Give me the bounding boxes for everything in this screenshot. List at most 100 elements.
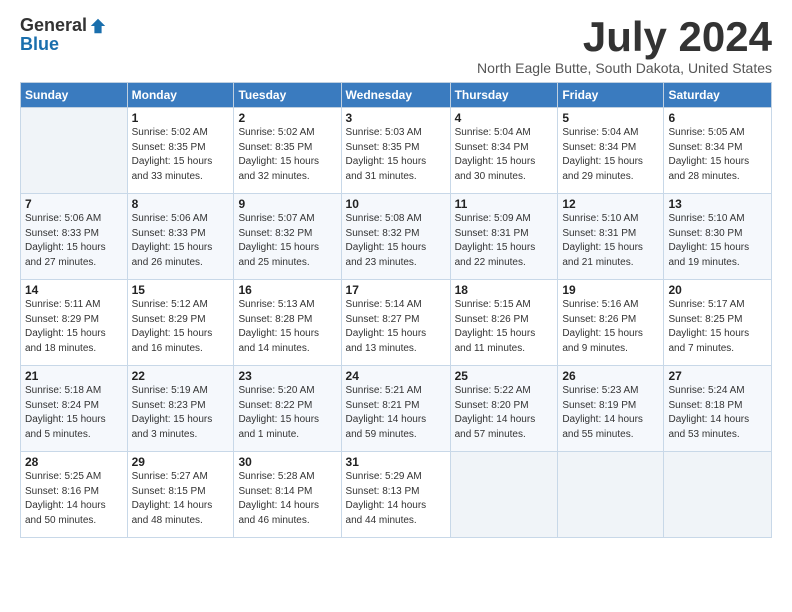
table-row: 25Sunrise: 5:22 AM Sunset: 8:20 PM Dayli… (450, 366, 558, 452)
location-text: North Eagle Butte, South Dakota, United … (477, 60, 772, 76)
day-number: 27 (668, 369, 767, 383)
header-thursday: Thursday (450, 83, 558, 108)
day-info: Sunrise: 5:05 AM Sunset: 8:34 PM Dayligh… (668, 126, 767, 184)
day-number: 6 (668, 111, 767, 125)
day-number: 31 (346, 455, 446, 469)
day-info: Sunrise: 5:08 AM Sunset: 8:32 PM Dayligh… (346, 212, 446, 270)
day-info: Sunrise: 5:10 AM Sunset: 8:30 PM Dayligh… (668, 212, 767, 270)
table-row: 24Sunrise: 5:21 AM Sunset: 8:21 PM Dayli… (341, 366, 450, 452)
day-number: 2 (238, 111, 336, 125)
day-number: 5 (562, 111, 659, 125)
day-info: Sunrise: 5:21 AM Sunset: 8:21 PM Dayligh… (346, 384, 446, 442)
day-info: Sunrise: 5:06 AM Sunset: 8:33 PM Dayligh… (132, 212, 230, 270)
day-number: 23 (238, 369, 336, 383)
day-info: Sunrise: 5:14 AM Sunset: 8:27 PM Dayligh… (346, 298, 446, 356)
day-number: 1 (132, 111, 230, 125)
calendar-week-5: 28Sunrise: 5:25 AM Sunset: 8:16 PM Dayli… (21, 452, 772, 538)
table-row: 31Sunrise: 5:29 AM Sunset: 8:13 PM Dayli… (341, 452, 450, 538)
day-info: Sunrise: 5:04 AM Sunset: 8:34 PM Dayligh… (455, 126, 554, 184)
day-info: Sunrise: 5:03 AM Sunset: 8:35 PM Dayligh… (346, 126, 446, 184)
day-info: Sunrise: 5:04 AM Sunset: 8:34 PM Dayligh… (562, 126, 659, 184)
header-sunday: Sunday (21, 83, 128, 108)
calendar-week-2: 7Sunrise: 5:06 AM Sunset: 8:33 PM Daylig… (21, 194, 772, 280)
table-row: 27Sunrise: 5:24 AM Sunset: 8:18 PM Dayli… (664, 366, 772, 452)
day-number: 24 (346, 369, 446, 383)
day-info: Sunrise: 5:09 AM Sunset: 8:31 PM Dayligh… (455, 212, 554, 270)
table-row: 6Sunrise: 5:05 AM Sunset: 8:34 PM Daylig… (664, 108, 772, 194)
day-number: 12 (562, 197, 659, 211)
table-row: 3Sunrise: 5:03 AM Sunset: 8:35 PM Daylig… (341, 108, 450, 194)
day-number: 4 (455, 111, 554, 125)
day-number: 25 (455, 369, 554, 383)
day-info: Sunrise: 5:13 AM Sunset: 8:28 PM Dayligh… (238, 298, 336, 356)
table-row: 12Sunrise: 5:10 AM Sunset: 8:31 PM Dayli… (558, 194, 664, 280)
table-row: 26Sunrise: 5:23 AM Sunset: 8:19 PM Dayli… (558, 366, 664, 452)
calendar-week-3: 14Sunrise: 5:11 AM Sunset: 8:29 PM Dayli… (21, 280, 772, 366)
day-number: 7 (25, 197, 123, 211)
day-number: 15 (132, 283, 230, 297)
header-wednesday: Wednesday (341, 83, 450, 108)
day-info: Sunrise: 5:22 AM Sunset: 8:20 PM Dayligh… (455, 384, 554, 442)
day-info: Sunrise: 5:25 AM Sunset: 8:16 PM Dayligh… (25, 470, 123, 528)
table-row: 2Sunrise: 5:02 AM Sunset: 8:35 PM Daylig… (234, 108, 341, 194)
page-header: General Blue July 2024 North Eagle Butte… (20, 16, 772, 76)
header-monday: Monday (127, 83, 234, 108)
table-row (558, 452, 664, 538)
day-info: Sunrise: 5:27 AM Sunset: 8:15 PM Dayligh… (132, 470, 230, 528)
day-number: 18 (455, 283, 554, 297)
table-row: 5Sunrise: 5:04 AM Sunset: 8:34 PM Daylig… (558, 108, 664, 194)
table-row: 22Sunrise: 5:19 AM Sunset: 8:23 PM Dayli… (127, 366, 234, 452)
table-row: 21Sunrise: 5:18 AM Sunset: 8:24 PM Dayli… (21, 366, 128, 452)
table-row: 13Sunrise: 5:10 AM Sunset: 8:30 PM Dayli… (664, 194, 772, 280)
table-row: 10Sunrise: 5:08 AM Sunset: 8:32 PM Dayli… (341, 194, 450, 280)
day-info: Sunrise: 5:07 AM Sunset: 8:32 PM Dayligh… (238, 212, 336, 270)
day-number: 16 (238, 283, 336, 297)
day-number: 19 (562, 283, 659, 297)
table-row: 15Sunrise: 5:12 AM Sunset: 8:29 PM Dayli… (127, 280, 234, 366)
logo-blue: Blue (20, 34, 59, 54)
day-info: Sunrise: 5:29 AM Sunset: 8:13 PM Dayligh… (346, 470, 446, 528)
table-row: 30Sunrise: 5:28 AM Sunset: 8:14 PM Dayli… (234, 452, 341, 538)
logo: General Blue (20, 16, 107, 55)
table-row: 7Sunrise: 5:06 AM Sunset: 8:33 PM Daylig… (21, 194, 128, 280)
table-row (664, 452, 772, 538)
table-row: 23Sunrise: 5:20 AM Sunset: 8:22 PM Dayli… (234, 366, 341, 452)
day-info: Sunrise: 5:06 AM Sunset: 8:33 PM Dayligh… (25, 212, 123, 270)
table-row: 4Sunrise: 5:04 AM Sunset: 8:34 PM Daylig… (450, 108, 558, 194)
table-row: 8Sunrise: 5:06 AM Sunset: 8:33 PM Daylig… (127, 194, 234, 280)
header-tuesday: Tuesday (234, 83, 341, 108)
day-number: 14 (25, 283, 123, 297)
table-row: 1Sunrise: 5:02 AM Sunset: 8:35 PM Daylig… (127, 108, 234, 194)
day-info: Sunrise: 5:10 AM Sunset: 8:31 PM Dayligh… (562, 212, 659, 270)
table-row (21, 108, 128, 194)
day-info: Sunrise: 5:17 AM Sunset: 8:25 PM Dayligh… (668, 298, 767, 356)
table-row: 20Sunrise: 5:17 AM Sunset: 8:25 PM Dayli… (664, 280, 772, 366)
table-row: 14Sunrise: 5:11 AM Sunset: 8:29 PM Dayli… (21, 280, 128, 366)
day-number: 28 (25, 455, 123, 469)
table-row: 17Sunrise: 5:14 AM Sunset: 8:27 PM Dayli… (341, 280, 450, 366)
table-row: 18Sunrise: 5:15 AM Sunset: 8:26 PM Dayli… (450, 280, 558, 366)
table-row: 28Sunrise: 5:25 AM Sunset: 8:16 PM Dayli… (21, 452, 128, 538)
day-info: Sunrise: 5:15 AM Sunset: 8:26 PM Dayligh… (455, 298, 554, 356)
table-row: 9Sunrise: 5:07 AM Sunset: 8:32 PM Daylig… (234, 194, 341, 280)
day-number: 22 (132, 369, 230, 383)
table-row: 11Sunrise: 5:09 AM Sunset: 8:31 PM Dayli… (450, 194, 558, 280)
calendar-page: General Blue July 2024 North Eagle Butte… (0, 0, 792, 612)
day-info: Sunrise: 5:24 AM Sunset: 8:18 PM Dayligh… (668, 384, 767, 442)
day-info: Sunrise: 5:12 AM Sunset: 8:29 PM Dayligh… (132, 298, 230, 356)
table-row: 19Sunrise: 5:16 AM Sunset: 8:26 PM Dayli… (558, 280, 664, 366)
title-block: July 2024 North Eagle Butte, South Dakot… (477, 16, 772, 76)
table-row (450, 452, 558, 538)
calendar-table: Sunday Monday Tuesday Wednesday Thursday… (20, 82, 772, 538)
day-info: Sunrise: 5:20 AM Sunset: 8:22 PM Dayligh… (238, 384, 336, 442)
day-number: 17 (346, 283, 446, 297)
day-number: 8 (132, 197, 230, 211)
table-row: 16Sunrise: 5:13 AM Sunset: 8:28 PM Dayli… (234, 280, 341, 366)
day-number: 13 (668, 197, 767, 211)
day-info: Sunrise: 5:23 AM Sunset: 8:19 PM Dayligh… (562, 384, 659, 442)
day-number: 20 (668, 283, 767, 297)
day-info: Sunrise: 5:28 AM Sunset: 8:14 PM Dayligh… (238, 470, 336, 528)
calendar-week-4: 21Sunrise: 5:18 AM Sunset: 8:24 PM Dayli… (21, 366, 772, 452)
day-info: Sunrise: 5:18 AM Sunset: 8:24 PM Dayligh… (25, 384, 123, 442)
table-row: 29Sunrise: 5:27 AM Sunset: 8:15 PM Dayli… (127, 452, 234, 538)
